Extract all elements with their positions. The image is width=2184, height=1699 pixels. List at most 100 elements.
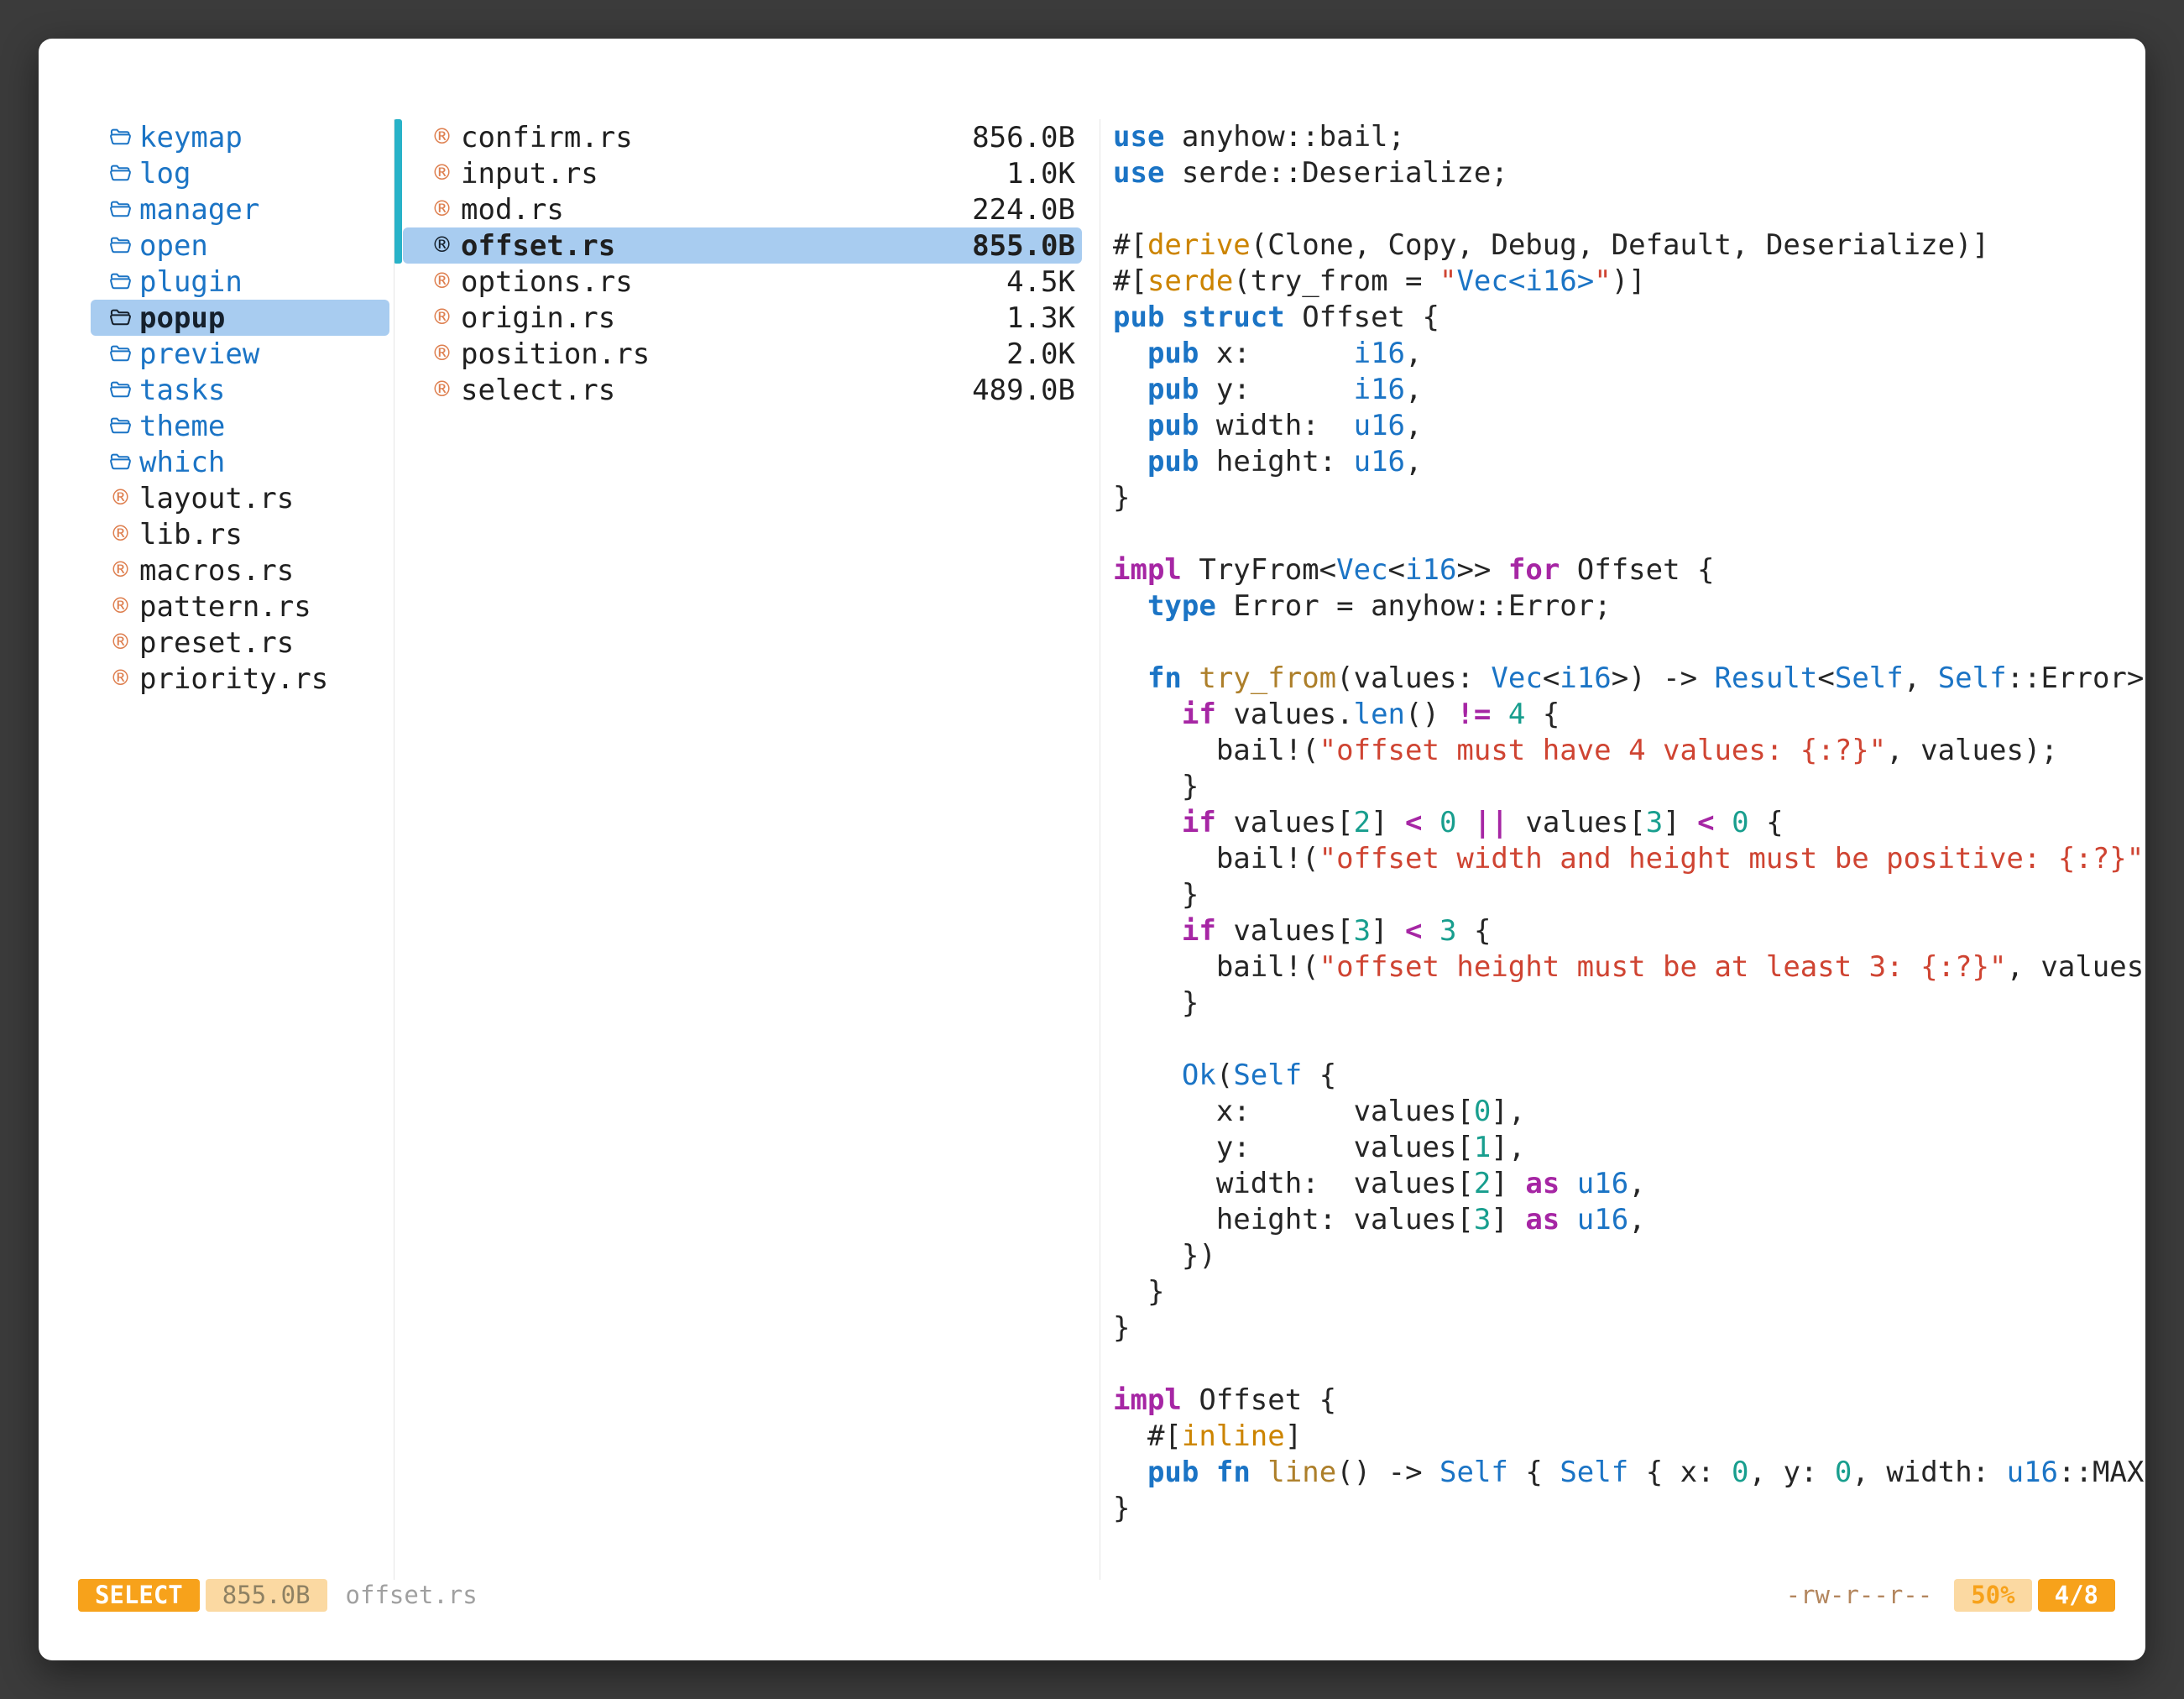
code-line: y: values[1],: [1113, 1130, 2145, 1166]
status-right: -rw-r--r-- 50% 4/8: [1786, 1579, 2115, 1612]
sidebar-item-log[interactable]: log: [91, 155, 389, 191]
code-token: if: [1182, 698, 1216, 731]
folder-icon: [109, 451, 132, 473]
code-token: y: values[: [1113, 1131, 1474, 1164]
file-row-position-rs[interactable]: ®position.rs2.0K: [403, 336, 1082, 372]
rust-icon: ®: [431, 379, 453, 401]
code-line: [1113, 1022, 2145, 1058]
code-token: [1491, 698, 1507, 731]
code-line: Ok(Self {: [1113, 1058, 2145, 1094]
code-token: { x:: [1628, 1456, 1732, 1489]
item-label: layout.rs: [139, 482, 294, 515]
sidebar-item-preview[interactable]: preview: [91, 336, 389, 372]
file-name: select.rs: [461, 374, 615, 407]
code-token: [1113, 661, 1147, 695]
file-row-input-rs[interactable]: ®input.rs1.0K: [403, 155, 1082, 191]
item-label: preset.rs: [139, 626, 294, 660]
code-token: 1: [1474, 1131, 1491, 1164]
code-line: #[inline]: [1113, 1419, 2145, 1455]
code-token: }: [1113, 986, 1199, 1020]
code-token: serde: [1147, 264, 1233, 298]
code-token: fn: [1216, 1456, 1251, 1489]
code-token: {: [1749, 806, 1784, 839]
code-token: ]: [1371, 806, 1405, 839]
file-size: 856.0B: [972, 121, 1075, 154]
sidebar-item-pattern-rs[interactable]: ®pattern.rs: [91, 588, 389, 625]
item-label: keymap: [139, 121, 243, 154]
status-filename: offset.rs: [346, 1581, 478, 1609]
file-row-options-rs[interactable]: ®options.rs4.5K: [403, 264, 1082, 300]
file-name: position.rs: [461, 337, 650, 371]
code-token: values[: [1216, 914, 1354, 948]
rust-icon: ®: [109, 631, 132, 654]
sidebar-item-macros-rs[interactable]: ®macros.rs: [91, 552, 389, 588]
code-line: type Error = anyhow::Error;: [1113, 588, 2145, 625]
item-label: theme: [139, 410, 225, 443]
code-token: ": [1439, 264, 1456, 298]
rust-icon: ®: [431, 270, 453, 293]
sidebar-item-tasks[interactable]: tasks: [91, 372, 389, 408]
rust-icon: ®: [109, 595, 132, 618]
rust-icon: ®: [431, 234, 453, 257]
code-token: pub: [1113, 301, 1164, 334]
sidebar-item-lib-rs[interactable]: ®lib.rs: [91, 516, 389, 552]
sidebar-item-keymap[interactable]: keymap: [91, 119, 389, 155]
file-row-offset-rs[interactable]: ®offset.rs855.0B: [403, 227, 1082, 264]
file-row-select-rs[interactable]: ®select.rs489.0B: [403, 372, 1082, 408]
file-row-confirm-rs[interactable]: ®confirm.rs856.0B: [403, 119, 1082, 155]
code-token: [1560, 1203, 1576, 1236]
sidebar-item-preset-rs[interactable]: ® preset.rs: [91, 625, 389, 661]
code-token: 0: [1732, 1456, 1748, 1489]
sidebar-item-manager[interactable]: manager: [91, 191, 389, 227]
sidebar-item-priority-rs[interactable]: ®priority.rs: [91, 661, 389, 697]
file-name: mod.rs: [461, 193, 564, 227]
scrollbar[interactable]: [394, 119, 402, 264]
code-token: width: values[: [1113, 1167, 1474, 1200]
sidebar-item-which[interactable]: which: [91, 444, 389, 480]
code-token: }: [1113, 1492, 1130, 1525]
code-token: bail!(: [1113, 950, 1319, 984]
sidebar-item-theme[interactable]: theme: [91, 408, 389, 444]
code-token: u16: [1577, 1203, 1628, 1236]
code-token: height: values[: [1113, 1203, 1474, 1236]
code-token: bail!(: [1113, 734, 1319, 767]
file-list: ®confirm.rs856.0B®input.rs1.0K®mod.rs224…: [394, 119, 1100, 408]
sidebar-item-open[interactable]: open: [91, 227, 389, 264]
folder-icon: [109, 198, 132, 221]
code-token: >) ->: [1612, 661, 1715, 695]
code-token: ,: [1405, 409, 1422, 442]
folder-icon: [109, 162, 132, 185]
rust-icon: ®: [431, 198, 453, 221]
code-token: 0: [1474, 1095, 1491, 1128]
item-label: macros.rs: [139, 554, 294, 588]
code-line: pub width: u16,: [1113, 408, 2145, 444]
sidebar-item-layout-rs[interactable]: ®layout.rs: [91, 480, 389, 516]
mode-indicator: SELECT: [78, 1579, 200, 1612]
code-token: ]: [1491, 1167, 1525, 1200]
code-token: [1113, 806, 1182, 839]
sidebar-item-plugin[interactable]: plugin: [91, 264, 389, 300]
code-token: Vec: [1336, 553, 1387, 587]
code-token: if: [1182, 806, 1216, 839]
code-token: TryFrom<: [1182, 553, 1336, 587]
code-token: ,: [1628, 1167, 1645, 1200]
item-label: priority.rs: [139, 662, 328, 696]
code-token: "offset must have 4 values: {:?}": [1319, 734, 1887, 767]
file-name: origin.rs: [461, 301, 615, 335]
code-token: as: [1525, 1203, 1560, 1236]
code-token: <: [1543, 661, 1560, 695]
code-token: pub: [1147, 337, 1199, 370]
file-row-origin-rs[interactable]: ®origin.rs1.3K: [403, 300, 1082, 336]
sidebar-item-popup[interactable]: popup: [91, 300, 389, 336]
code-token: ,: [1405, 445, 1422, 478]
code-token: 3: [1354, 914, 1371, 948]
file-manager-window: keymaplogmanageropenpluginpopuppreviewta…: [39, 39, 2145, 1660]
file-size: 2.0K: [1006, 337, 1075, 371]
code-token: u16: [1354, 409, 1405, 442]
code-token: ,: [1628, 1203, 1645, 1236]
code-token: [1113, 914, 1182, 948]
code-token: <: [1817, 661, 1834, 695]
file-row-mod-rs[interactable]: ®mod.rs224.0B: [403, 191, 1082, 227]
code-line: if values.len() != 4 {: [1113, 697, 2145, 733]
code-token: <: [1405, 914, 1422, 948]
